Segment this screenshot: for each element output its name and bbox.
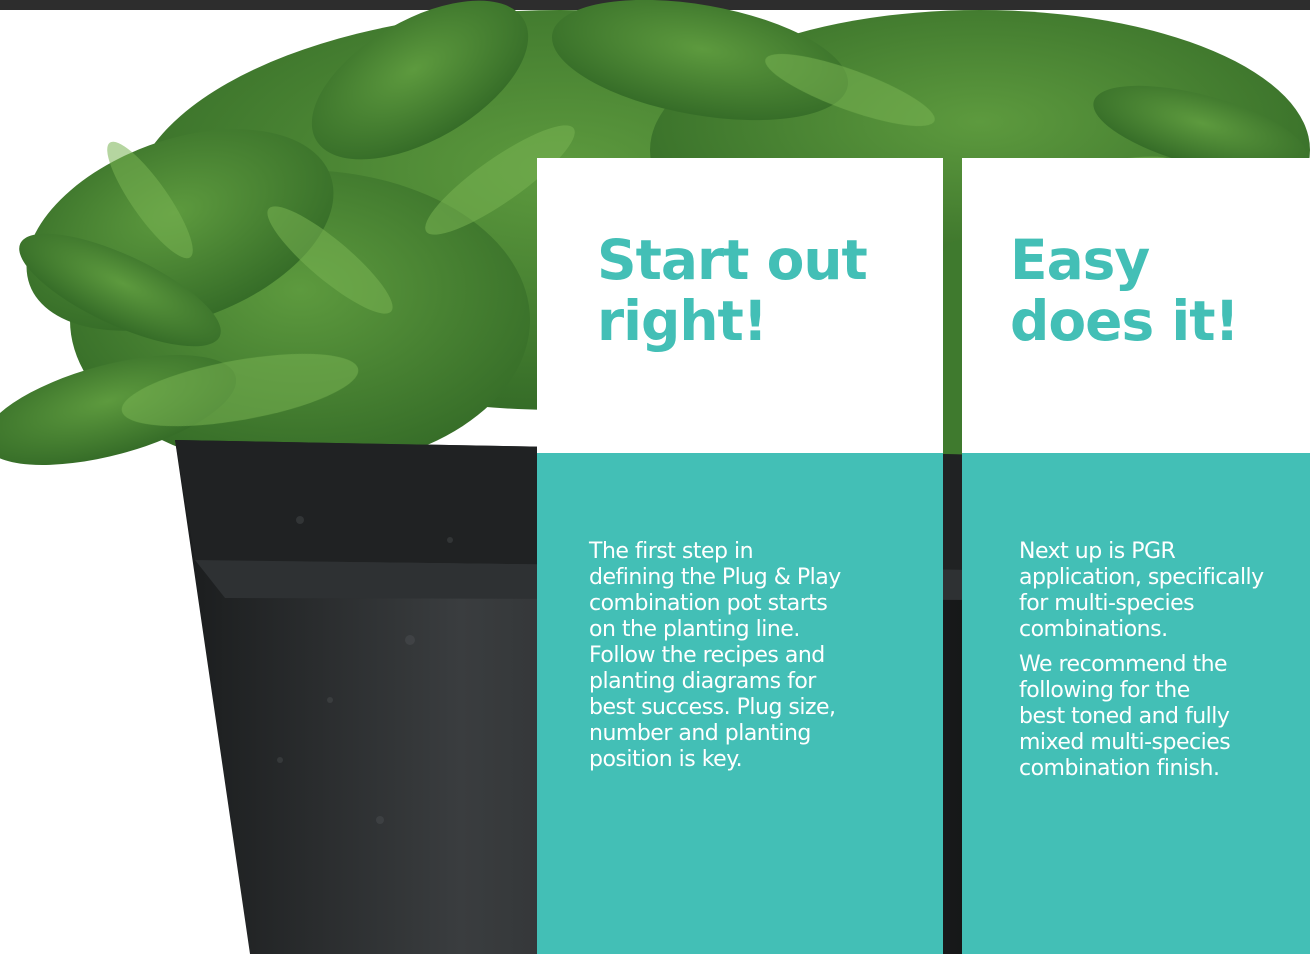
card-body: The first step in defining the Plug & Pl… bbox=[589, 539, 879, 782]
card-paragraph: The first step in defining the Plug & Pl… bbox=[589, 539, 841, 772]
card-title: Start out right! bbox=[597, 228, 868, 353]
card-title: Easy does it! bbox=[1010, 228, 1240, 353]
card-start-out-right: Start out right! The first step in defin… bbox=[537, 158, 943, 954]
card-easy-does-it: Easy does it! Next up is PGR application… bbox=[962, 158, 1310, 954]
card-paragraph: We recommend the following for the best … bbox=[1019, 652, 1231, 781]
card-title-band: Start out right! bbox=[537, 158, 943, 453]
card-body-band: The first step in defining the Plug & Pl… bbox=[537, 453, 943, 954]
card-body: Next up is PGR application, specifically… bbox=[1019, 539, 1299, 791]
card-title-band: Easy does it! bbox=[962, 158, 1310, 453]
card-body-band: Next up is PGR application, specifically… bbox=[962, 453, 1310, 954]
card-paragraph: Next up is PGR application, specifically… bbox=[1019, 539, 1264, 642]
